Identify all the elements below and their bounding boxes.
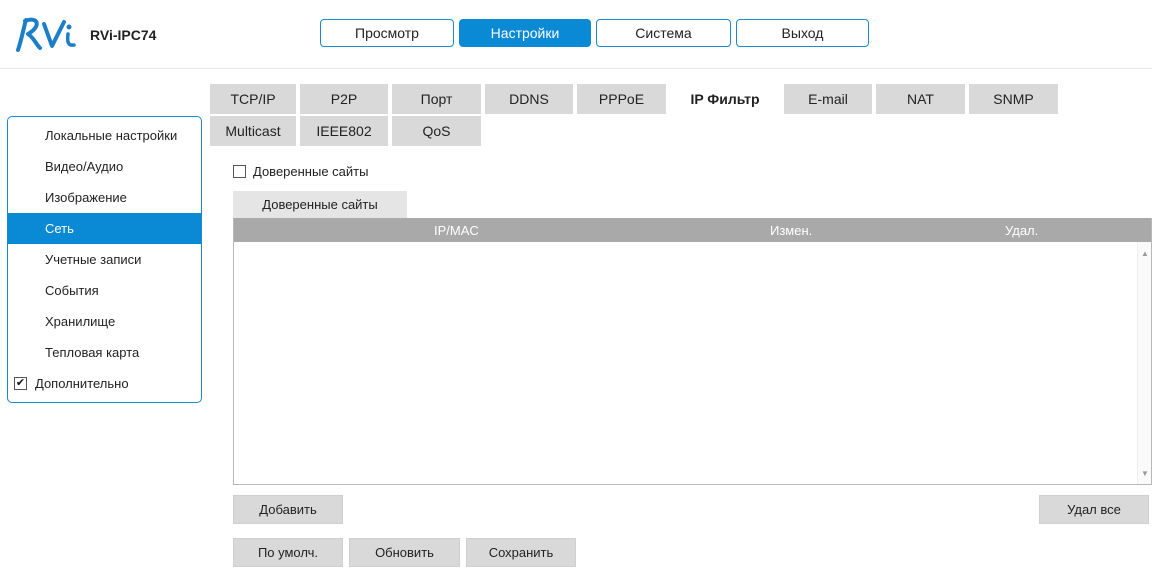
nav-preview-button[interactable]: Просмотр: [320, 19, 454, 47]
tab-qos[interactable]: QoS: [392, 116, 481, 146]
sidebar-item-advanced[interactable]: ✔ Дополнительно: [8, 368, 201, 399]
scroll-up-icon[interactable]: ▲: [1138, 246, 1152, 260]
column-edit: Измен.: [770, 223, 813, 238]
header-divider: [0, 68, 1152, 69]
add-button[interactable]: Добавить: [233, 495, 343, 524]
trusted-sites-checkbox[interactable]: [233, 165, 246, 178]
tab-multicast[interactable]: Multicast: [210, 116, 296, 146]
sidebar-item-events[interactable]: События: [8, 275, 201, 306]
tab-snmp[interactable]: SNMP: [969, 84, 1058, 114]
tab-tcpip[interactable]: TCP/IP: [210, 84, 296, 114]
delete-all-button[interactable]: Удал все: [1039, 495, 1149, 524]
default-button[interactable]: По умолч.: [233, 538, 343, 567]
tab-pppoe[interactable]: PPPoE: [577, 84, 666, 114]
top-nav: Просмотр Настройки Система Выход: [320, 19, 869, 47]
nav-system-button[interactable]: Система: [596, 19, 731, 47]
device-model: RVi-IPC74: [90, 27, 157, 43]
settings-sidebar: Локальные настройки Видео/Аудио Изображе…: [7, 116, 202, 403]
sidebar-item-video-audio[interactable]: Видео/Аудио: [8, 151, 201, 182]
tab-ip-filter[interactable]: IP Фильтр: [670, 84, 780, 114]
tab-p2p[interactable]: P2P: [300, 84, 388, 114]
table-header: IP/MAC Измен. Удал.: [234, 218, 1151, 242]
trusted-sites-toggle[interactable]: Доверенные сайты: [233, 164, 368, 179]
trusted-sites-subtab[interactable]: Доверенные сайты: [233, 191, 407, 218]
nav-logout-button[interactable]: Выход: [736, 19, 869, 47]
tab-email[interactable]: E-mail: [784, 84, 872, 114]
sidebar-item-accounts[interactable]: Учетные записи: [8, 244, 201, 275]
save-button[interactable]: Сохранить: [466, 538, 576, 567]
advanced-checkbox[interactable]: ✔: [14, 377, 27, 390]
trusted-sites-label: Доверенные сайты: [253, 164, 369, 179]
tab-nat[interactable]: NAT: [876, 84, 965, 114]
sidebar-item-local-settings[interactable]: Локальные настройки: [8, 120, 201, 151]
sidebar-item-heatmap[interactable]: Тепловая карта: [8, 337, 201, 368]
sidebar-item-storage[interactable]: Хранилище: [8, 306, 201, 337]
tab-ddns[interactable]: DDNS: [485, 84, 573, 114]
refresh-button[interactable]: Обновить: [349, 538, 460, 567]
sidebar-item-network[interactable]: Сеть: [8, 213, 201, 244]
column-delete: Удал.: [1005, 223, 1039, 238]
tab-port[interactable]: Порт: [392, 84, 481, 114]
scroll-down-icon[interactable]: ▼: [1138, 466, 1152, 480]
sidebar-item-image[interactable]: Изображение: [8, 182, 201, 213]
network-tabs: TCP/IP P2P Порт DDNS PPPoE IP Фильтр E-m…: [210, 84, 1090, 146]
table-scrollbar[interactable]: ▲ ▼: [1137, 242, 1151, 484]
ip-filter-table: IP/MAC Измен. Удал. ▲ ▼: [233, 218, 1152, 485]
rvi-logo: [16, 17, 76, 52]
column-ipmac: IP/MAC: [434, 223, 479, 238]
nav-settings-button[interactable]: Настройки: [459, 19, 591, 47]
tab-ieee802[interactable]: IEEE802: [300, 116, 388, 146]
advanced-label: Дополнительно: [35, 376, 129, 391]
